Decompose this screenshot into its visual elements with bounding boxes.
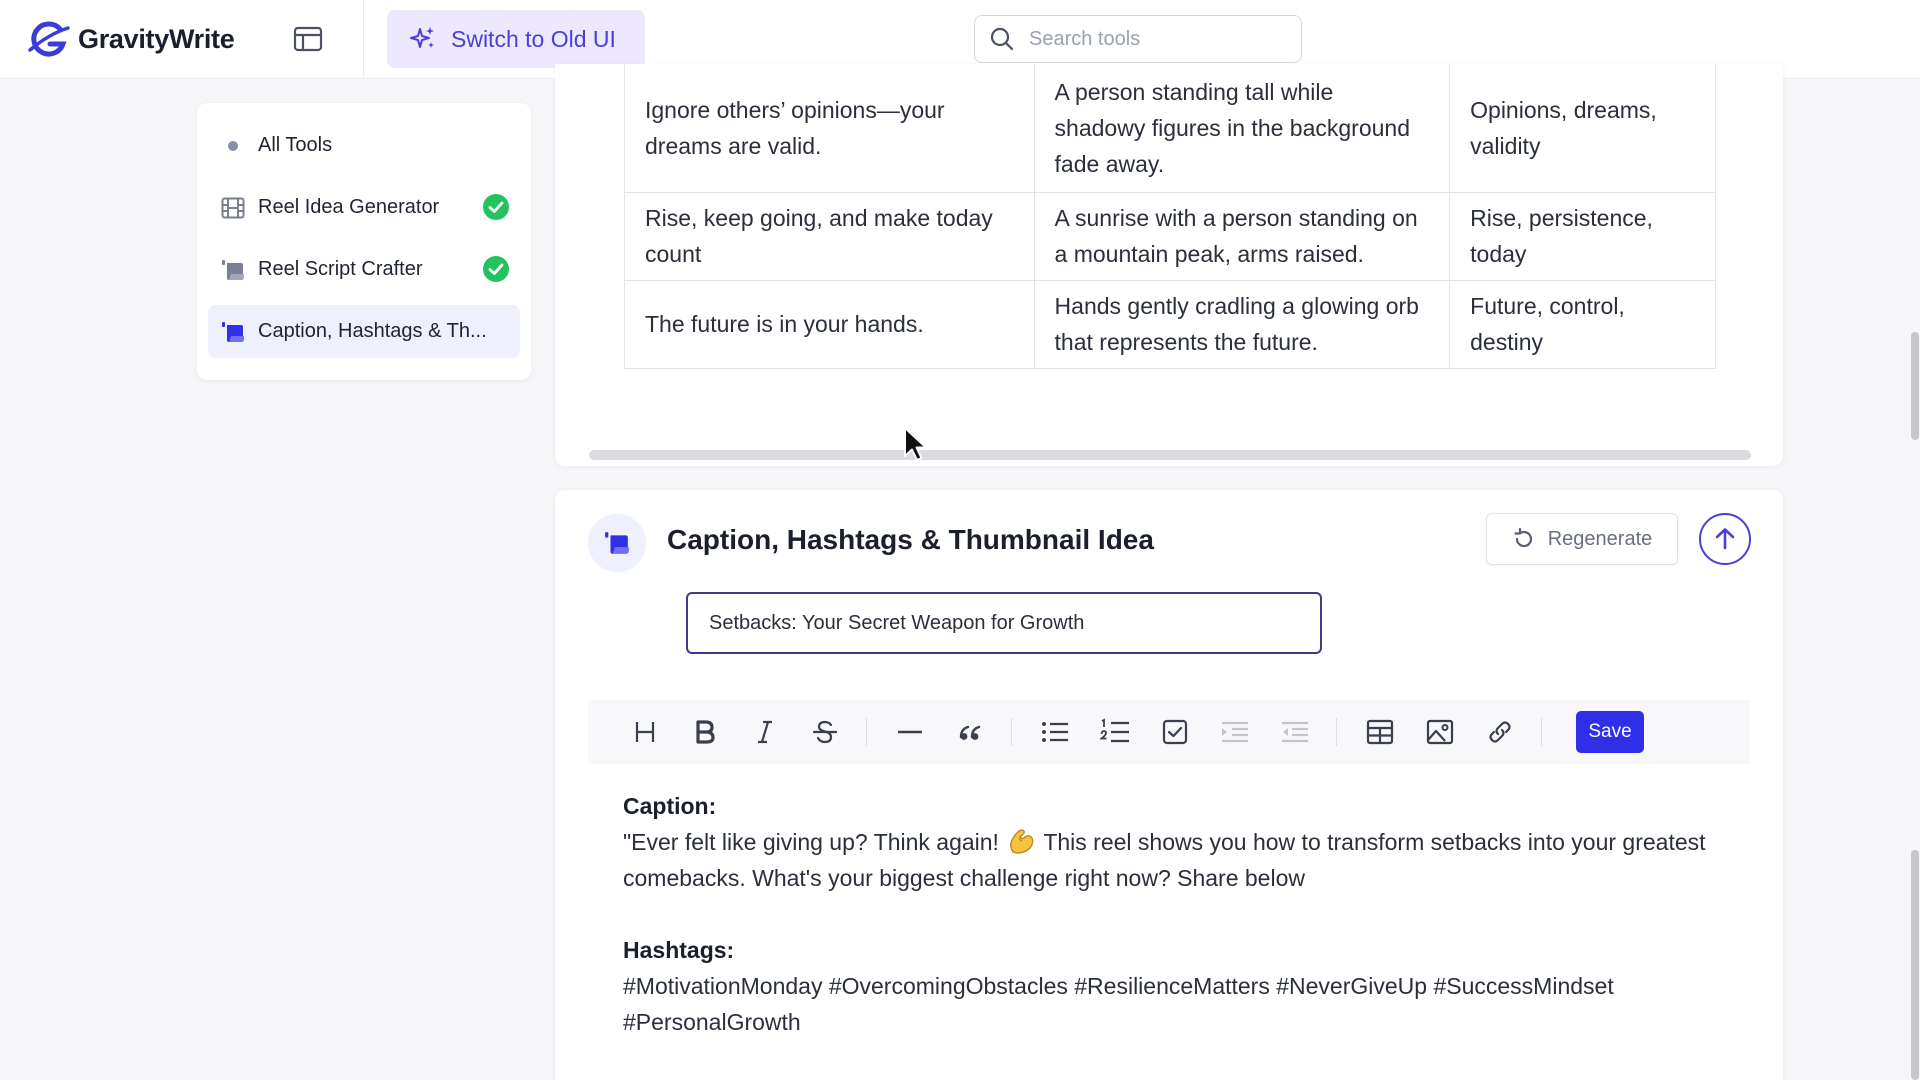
caption-tool-card: Caption, Hashtags & Thumbnail Idea Regen…	[555, 490, 1783, 1080]
table-cell: Opinions, dreams, validity	[1449, 64, 1716, 193]
script-icon	[605, 532, 629, 554]
table-row: The future is in your hands. Hands gentl…	[624, 279, 1716, 369]
table-icon	[1366, 719, 1394, 745]
italic-icon	[758, 720, 772, 744]
image-icon	[1426, 719, 1454, 745]
table-button[interactable]	[1363, 715, 1397, 749]
hashtags-text: #MotivationMonday #OvercomingObstacles #…	[623, 973, 1614, 1035]
table-cell: Hands gently cradling a glowing orb that…	[1033, 279, 1451, 369]
check-circle-icon	[483, 256, 509, 282]
ideas-table: Ignore others’ opinions—your dreams are …	[624, 64, 1716, 369]
sidebar-item-label: Reel Script Crafter	[258, 258, 423, 280]
outdent-button[interactable]	[1278, 715, 1312, 749]
sparkle-icon	[410, 27, 434, 48]
regenerate-button[interactable]: Regenerate	[1486, 513, 1678, 565]
table-cell: Rise, persistence, today	[1449, 191, 1716, 281]
layout-toggle-button[interactable]	[292, 25, 324, 53]
search-box[interactable]	[974, 15, 1302, 63]
script-icon	[220, 257, 246, 283]
sidebar-item-all-tools[interactable]: All Tools	[208, 119, 520, 172]
tool-icon-badge	[588, 514, 646, 572]
flexed-biceps-emoji-icon	[1010, 829, 1034, 854]
bold-button[interactable]	[688, 715, 722, 749]
italic-button[interactable]	[748, 715, 782, 749]
topbar-divider	[363, 0, 364, 79]
page-scrollbar-thumb[interactable]	[1911, 332, 1919, 440]
table-cell: Ignore others’ opinions—your dreams are …	[624, 64, 1035, 193]
dot-icon	[220, 133, 246, 159]
link-icon	[1489, 721, 1511, 743]
indent-icon	[1222, 721, 1248, 743]
tool-title: Caption, Hashtags & Thumbnail Idea	[667, 524, 1154, 555]
page-scrollbar-thumb[interactable]	[1911, 850, 1919, 1080]
switch-to-old-ui-button[interactable]: Switch to Old UI	[387, 10, 645, 68]
bullet-list-button[interactable]	[1038, 715, 1072, 749]
toolbar-separator	[1011, 718, 1012, 746]
check-circle-icon	[483, 194, 509, 220]
table-cell: A person standing tall while shadowy fig…	[1033, 64, 1451, 193]
tool-sidebar: All Tools Reel Idea Generator Reel Scrip…	[197, 103, 531, 380]
editor-toolbar: Save	[588, 700, 1750, 764]
sidebar-item-reel-idea-generator[interactable]: Reel Idea Generator	[208, 181, 520, 234]
gravitywrite-logo-icon	[28, 21, 70, 57]
sidebar-item-label: Caption, Hashtags & Th...	[258, 320, 487, 342]
toolbar-separator	[866, 718, 867, 746]
film-icon	[220, 195, 246, 221]
regenerate-label: Regenerate	[1547, 527, 1653, 550]
sidebar-item-reel-script-crafter[interactable]: Reel Script Crafter	[208, 243, 520, 296]
table-cell: A sunrise with a person standing on a mo…	[1033, 191, 1451, 281]
caption-paragraph: "Ever felt like giving up? Think again! …	[623, 824, 1733, 896]
sidebar-item-caption-hashtags[interactable]: Caption, Hashtags & Th...	[208, 305, 520, 358]
outdent-icon	[1282, 721, 1308, 743]
strikethrough-icon	[812, 720, 838, 744]
save-button[interactable]: Save	[1576, 711, 1644, 753]
search-icon	[990, 27, 1014, 51]
checklist-button[interactable]	[1158, 715, 1192, 749]
bold-icon	[696, 720, 715, 744]
sidebar-item-label: Reel Idea Generator	[258, 196, 440, 218]
switch-to-old-ui-label: Switch to Old UI	[451, 25, 616, 52]
table-cell: Rise, keep going, and make today count	[624, 191, 1035, 281]
heading-button[interactable]	[628, 715, 662, 749]
toolbar-separator	[1541, 718, 1542, 746]
strikethrough-button[interactable]	[808, 715, 842, 749]
rich-text-editor[interactable]: Caption: "Ever felt like giving up? Thin…	[623, 788, 1733, 1040]
bullet-list-icon	[1042, 722, 1068, 742]
table-row: Ignore others’ opinions—your dreams are …	[624, 64, 1716, 193]
caption-text: "Ever felt like giving up? Think again!	[623, 829, 999, 855]
brand[interactable]: GravityWrite	[28, 20, 235, 58]
quote-button[interactable]	[953, 715, 987, 749]
quote-icon	[959, 725, 981, 740]
horizontal-rule-icon	[898, 730, 922, 734]
sidebar-layout-icon	[293, 26, 323, 52]
image-button[interactable]	[1423, 715, 1457, 749]
topic-input[interactable]	[686, 592, 1322, 654]
numbered-list-button[interactable]	[1098, 715, 1132, 749]
numbered-list-icon	[1100, 718, 1129, 743]
table-cell: Future, control, destiny	[1449, 279, 1716, 369]
search-input[interactable]	[1029, 27, 1279, 51]
scroll-up-button[interactable]	[1699, 513, 1751, 565]
brand-name: GravityWrite	[78, 23, 235, 54]
link-button[interactable]	[1483, 715, 1517, 749]
table-row: Rise, keep going, and make today count A…	[624, 191, 1716, 281]
toolbar-separator	[1336, 718, 1337, 746]
indent-button[interactable]	[1218, 715, 1252, 749]
checklist-icon	[1162, 719, 1188, 745]
horizontal-scrollbar[interactable]	[589, 450, 1751, 460]
horizontal-rule-button[interactable]	[893, 715, 927, 749]
table-cell: The future is in your hands.	[624, 279, 1035, 369]
refresh-icon	[1514, 527, 1532, 548]
hashtags-heading: Hashtags:	[623, 937, 735, 963]
sidebar-item-label: All Tools	[258, 134, 333, 156]
script-icon	[220, 319, 246, 345]
arrow-up-icon	[1715, 528, 1735, 550]
caption-heading: Caption:	[623, 793, 717, 819]
reel-ideas-card: Ignore others’ opinions—your dreams are …	[555, 64, 1783, 466]
heading-icon	[635, 722, 655, 742]
